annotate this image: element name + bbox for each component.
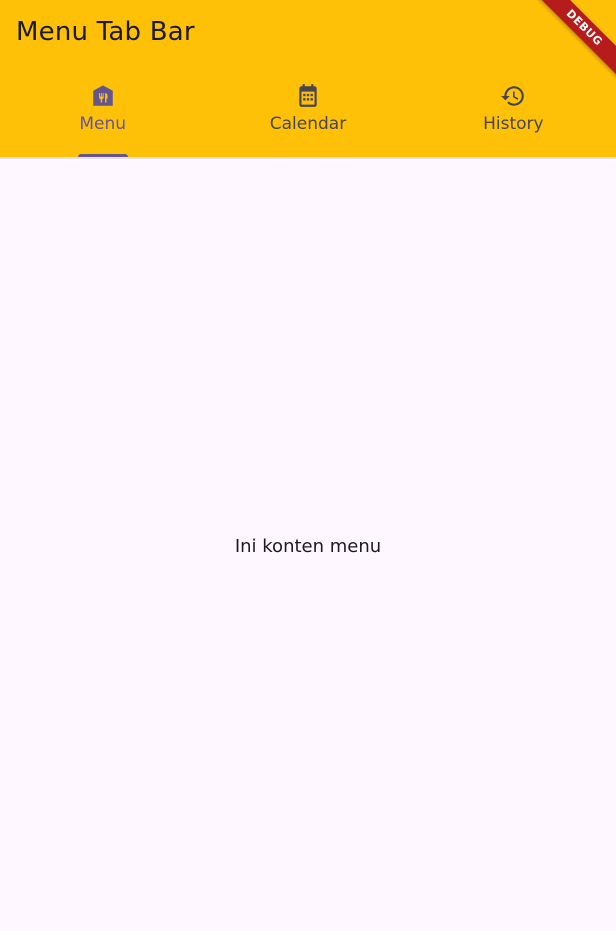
tab-content: Ini konten menu	[0, 159, 616, 931]
tab-menu[interactable]: Menu	[0, 72, 205, 157]
tab-calendar[interactable]: Calendar	[205, 72, 410, 157]
debug-banner: DEBUG	[516, 0, 616, 100]
tab-label: Menu	[79, 114, 126, 134]
tab-label: History	[483, 114, 544, 134]
content-text: Ini konten menu	[234, 535, 382, 557]
page-title: Menu Tab Bar	[16, 17, 195, 47]
restaurant-icon	[92, 85, 113, 106]
calendar-icon	[299, 84, 317, 107]
tab-label: Calendar	[269, 114, 347, 134]
debug-banner-label: DEBUG	[527, 0, 616, 85]
